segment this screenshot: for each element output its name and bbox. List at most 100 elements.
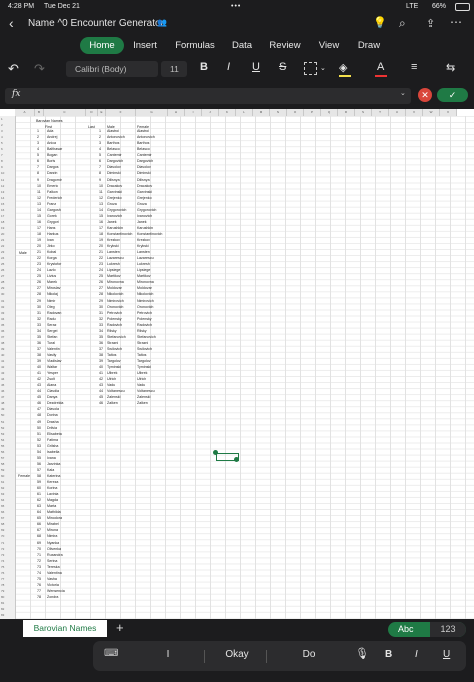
row-number[interactable]: 50 bbox=[1, 413, 4, 417]
column-header[interactable]: Q bbox=[321, 109, 338, 116]
tab-view[interactable]: View bbox=[314, 37, 344, 54]
row-number[interactable]: 30 bbox=[1, 292, 4, 296]
column-header[interactable]: R bbox=[338, 109, 355, 116]
people-icon[interactable]: 👥 bbox=[157, 18, 167, 27]
input-mode-toggle[interactable]: Abc 123 bbox=[388, 622, 466, 637]
row-number[interactable]: 54 bbox=[1, 438, 4, 442]
grid-cells[interactable] bbox=[0, 116, 474, 619]
row-number[interactable]: 9 bbox=[1, 165, 3, 169]
last-name-number[interactable]: 46 bbox=[99, 400, 103, 406]
label-female[interactable]: Female bbox=[18, 473, 30, 479]
row-number[interactable]: 36 bbox=[1, 329, 4, 333]
row-number[interactable]: 45 bbox=[1, 383, 4, 387]
column-header[interactable]: B bbox=[35, 109, 44, 116]
row-number[interactable]: 29 bbox=[1, 286, 4, 290]
row-number[interactable]: 8 bbox=[1, 159, 3, 163]
row-number[interactable]: 74 bbox=[1, 559, 4, 563]
row-number[interactable]: 77 bbox=[1, 577, 4, 581]
column-header[interactable]: X bbox=[440, 109, 457, 116]
row-number[interactable]: 69 bbox=[1, 528, 4, 532]
row-number[interactable]: 76 bbox=[1, 571, 4, 575]
row-number[interactable]: 61 bbox=[1, 480, 4, 484]
row-number[interactable]: 32 bbox=[1, 305, 4, 309]
lightbulb-icon[interactable]: 💡 bbox=[373, 16, 387, 29]
tab-home[interactable]: Home bbox=[80, 37, 124, 54]
confirm-button[interactable]: ✓ bbox=[437, 88, 468, 102]
row-number[interactable]: 78 bbox=[1, 583, 4, 587]
row-number[interactable]: 52 bbox=[1, 426, 4, 430]
spreadsheet-grid[interactable]: 1 2 3 4 5 6 7 8 9 10 11 12 13 14 15 16 17 18 19 20 21 22 23 24 2… bbox=[0, 109, 474, 619]
row-number[interactable]: 73 bbox=[1, 553, 4, 557]
row-number[interactable]: 37 bbox=[1, 335, 4, 339]
column-header[interactable]: S bbox=[355, 109, 372, 116]
column-header[interactable]: G bbox=[136, 109, 168, 116]
column-header[interactable]: I bbox=[185, 109, 202, 116]
row-number[interactable]: 18 bbox=[1, 220, 4, 224]
column-header[interactable]: J bbox=[202, 109, 219, 116]
row-number[interactable]: 31 bbox=[1, 299, 4, 303]
tab-draw[interactable]: Draw bbox=[353, 37, 385, 54]
row-number[interactable]: 23 bbox=[1, 250, 4, 254]
column-header[interactable]: T bbox=[372, 109, 389, 116]
column-header[interactable]: N bbox=[270, 109, 287, 116]
row-number[interactable]: 7 bbox=[1, 153, 3, 157]
row-number[interactable]: 47 bbox=[1, 395, 4, 399]
row-number[interactable]: 39 bbox=[1, 347, 4, 351]
row-number[interactable]: 14 bbox=[1, 196, 4, 200]
cancel-button[interactable]: ✕ bbox=[418, 88, 432, 102]
underline-button[interactable]: U bbox=[252, 61, 260, 73]
number-mode-button[interactable]: 123 bbox=[430, 622, 466, 637]
selection-handle-start[interactable] bbox=[213, 450, 218, 455]
column-header[interactable]: V bbox=[406, 109, 423, 116]
font-size-select[interactable]: 11 bbox=[161, 61, 187, 77]
keyboard-italic-button[interactable]: I bbox=[415, 649, 418, 660]
font-name-select[interactable]: Calibri (Body) bbox=[66, 61, 158, 77]
row-number[interactable]: 40 bbox=[1, 353, 4, 357]
suggestion-3[interactable]: Do bbox=[299, 649, 319, 660]
column-header[interactable]: H bbox=[168, 109, 185, 116]
font-color-icon[interactable]: A bbox=[377, 61, 384, 73]
row-number[interactable]: 75 bbox=[1, 565, 4, 569]
selection-handle-end[interactable] bbox=[234, 457, 239, 462]
row-number[interactable]: 56 bbox=[1, 450, 4, 454]
column-header[interactable]: M bbox=[253, 109, 270, 116]
row-number[interactable]: 83 bbox=[1, 613, 4, 617]
row-number[interactable]: 42 bbox=[1, 365, 4, 369]
align-icon[interactable]: ≡ bbox=[411, 61, 417, 73]
row-number[interactable]: 25 bbox=[1, 262, 4, 266]
row-number[interactable]: 68 bbox=[1, 522, 4, 526]
suggestion-2[interactable]: Okay bbox=[218, 649, 256, 660]
column-header[interactable]: E bbox=[98, 109, 106, 116]
row-number[interactable]: 28 bbox=[1, 280, 4, 284]
undo-icon[interactable]: ↶ bbox=[8, 61, 19, 77]
chevron-down-icon[interactable]: ⌄ bbox=[320, 64, 326, 72]
row-number[interactable]: 59 bbox=[1, 468, 4, 472]
chevron-down-icon[interactable]: ⌄ bbox=[400, 89, 406, 97]
row-number[interactable]: 53 bbox=[1, 432, 4, 436]
row-number[interactable]: 46 bbox=[1, 389, 4, 393]
row-number[interactable]: 2 bbox=[1, 123, 3, 127]
row-number[interactable]: 62 bbox=[1, 486, 4, 490]
row-number[interactable]: 48 bbox=[1, 401, 4, 405]
column-header[interactable]: P bbox=[304, 109, 321, 116]
column-header[interactable]: L bbox=[236, 109, 253, 116]
column-header[interactable]: A bbox=[15, 109, 35, 116]
row-number[interactable]: 27 bbox=[1, 274, 4, 278]
row-number[interactable]: 11 bbox=[1, 178, 4, 182]
first-name-number[interactable]: 78 bbox=[37, 594, 41, 600]
more-dots-icon[interactable]: ••• bbox=[231, 3, 241, 10]
row-number[interactable]: 71 bbox=[1, 541, 4, 545]
row-number[interactable]: 26 bbox=[1, 268, 4, 272]
document-title[interactable]: Name ^0 Encounter Generator bbox=[28, 18, 164, 29]
row-number[interactable]: 34 bbox=[1, 317, 4, 321]
row-number[interactable]: 60 bbox=[1, 474, 4, 478]
share-icon[interactable]: ⇪ bbox=[426, 17, 435, 30]
row-number[interactable]: 72 bbox=[1, 547, 4, 551]
tab-review[interactable]: Review bbox=[265, 37, 305, 54]
row-number[interactable]: 51 bbox=[1, 420, 4, 424]
row-number[interactable]: 63 bbox=[1, 492, 4, 496]
row-number[interactable]: 64 bbox=[1, 498, 4, 502]
formula-input[interactable]: fx ⌄ bbox=[5, 88, 411, 104]
tab-data[interactable]: Data bbox=[228, 37, 256, 54]
column-header[interactable]: D bbox=[86, 109, 98, 116]
